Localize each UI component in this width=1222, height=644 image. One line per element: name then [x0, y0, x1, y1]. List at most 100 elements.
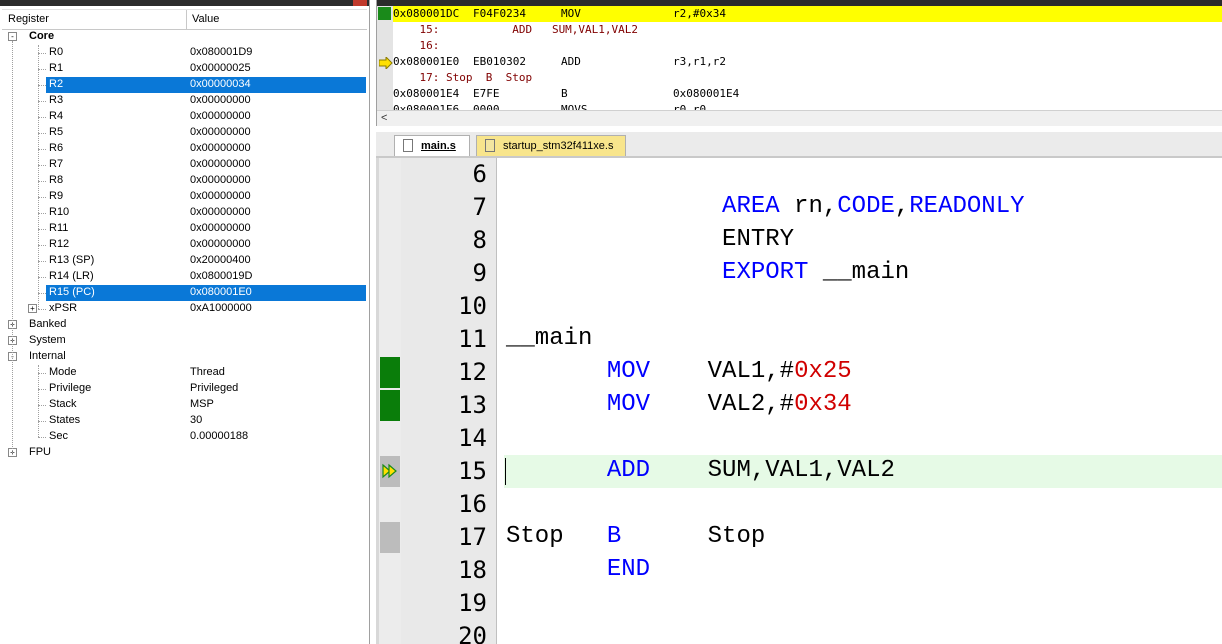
tree-group-label: Banked: [29, 318, 67, 330]
code-line[interactable]: 6: [376, 158, 1222, 191]
executed-marker: [378, 7, 391, 20]
register-row[interactable]: xPSR 0xA1000000: [0, 301, 369, 317]
column-divider[interactable]: [186, 10, 187, 29]
code-text: AREA rn,CODE,READONLY: [506, 193, 1024, 220]
instruction-addr: 0x080001E4: [393, 87, 460, 100]
tree-group-banked[interactable]: Banked: [0, 317, 369, 333]
code-line[interactable]: 11 __main: [376, 323, 1222, 356]
code-line[interactable]: 8 ENTRY: [376, 224, 1222, 257]
internal-value: Thread: [190, 366, 225, 378]
internal-row[interactable]: Mode Thread: [0, 365, 369, 381]
register-row[interactable]: R3 0x00000000: [0, 93, 369, 109]
source-editor[interactable]: 67 AREA rn,CODE,READONLY 8 ENTRY 9 EXPORT …: [376, 158, 1222, 644]
tree-group-label: System: [29, 334, 66, 346]
source-line[interactable]: 16:: [393, 38, 1222, 54]
tree-group-fpu[interactable]: FPU: [0, 445, 369, 461]
register-row[interactable]: R12 0x00000000: [0, 237, 369, 253]
code-line[interactable]: 13 MOV VAL2,#0x34: [376, 389, 1222, 422]
code-line[interactable]: 17 Stop B Stop: [376, 521, 1222, 554]
internal-row[interactable]: Sec 0.00000188: [0, 429, 369, 445]
internal-row[interactable]: Privilege Privileged: [0, 381, 369, 397]
code-keyword: AREA: [722, 193, 780, 220]
close-button[interactable]: [353, 0, 367, 6]
instruction-line[interactable]: 0x080001DC F04F0234 MOV r2,#0x34: [393, 6, 1222, 22]
code-line[interactable]: 14: [376, 422, 1222, 455]
register-row[interactable]: R15 (PC) 0x080001E0: [0, 285, 369, 301]
code-keyword: MOV: [606, 358, 651, 385]
tree-group-system[interactable]: System: [0, 333, 369, 349]
register-row[interactable]: R6 0x00000000: [0, 141, 369, 157]
register-value: 0x00000000: [190, 238, 251, 250]
register-row[interactable]: R13 (SP) 0x20000400: [0, 253, 369, 269]
register-row[interactable]: R10 0x00000000: [0, 205, 369, 221]
source-line[interactable]: 15: ADD SUM,VAL1,VAL2: [393, 22, 1222, 38]
registers-titlebar: [0, 0, 369, 6]
register-row[interactable]: R0 0x080001D9: [0, 45, 369, 61]
instruction-line[interactable]: 0x080001E4 E7FE B 0x080001E4: [393, 86, 1222, 102]
source-line[interactable]: 17: Stop B Stop: [393, 70, 1222, 86]
register-value: 0x00000000: [190, 158, 251, 170]
tree-group-internal[interactable]: Internal: [0, 349, 369, 365]
register-row[interactable]: R2 0x00000034: [0, 77, 369, 93]
scroll-left-button[interactable]: <: [381, 112, 387, 124]
tree-connector: [38, 365, 39, 437]
register-row[interactable]: R1 0x00000025: [0, 61, 369, 77]
instruction-hex: F04F0234: [473, 7, 526, 20]
register-row[interactable]: R7 0x00000000: [0, 157, 369, 173]
expand-icon[interactable]: +: [28, 304, 37, 313]
value-column-header[interactable]: Value: [192, 13, 219, 25]
code-keyword: END: [606, 556, 651, 583]
code-keyword: CODE: [837, 193, 895, 220]
register-row[interactable]: R9 0x00000000: [0, 189, 369, 205]
instruction-line[interactable]: 0x080001E0 EB010302 ADD r3,r1,r2: [393, 54, 1222, 70]
tree-connector: [38, 373, 46, 374]
code-number: 0x25: [794, 358, 852, 385]
tab-startup-file[interactable]: startup_stm32f411xe.s: [476, 135, 626, 156]
code-line[interactable]: 12 MOV VAL1,#0x25: [376, 356, 1222, 389]
line-number: 12: [458, 358, 487, 386]
code-text: __main: [506, 325, 592, 352]
code-line[interactable]: 16: [376, 488, 1222, 521]
register-value: 0x00000025: [190, 62, 251, 74]
register-name: R9: [49, 190, 64, 202]
collapse-icon[interactable]: -: [8, 32, 17, 41]
code-line[interactable]: 10: [376, 290, 1222, 323]
internal-row[interactable]: States 30: [0, 413, 369, 429]
code-line[interactable]: 18 END: [376, 554, 1222, 587]
code-number: 0x34: [794, 391, 852, 418]
code-line[interactable]: 7 AREA rn,CODE,READONLY: [376, 191, 1222, 224]
tree-group-core[interactable]: Core: [0, 29, 369, 45]
disassembly-horizontal-scrollbar[interactable]: <: [377, 110, 1222, 126]
code-line[interactable]: 20: [376, 620, 1222, 644]
register-column-header[interactable]: Register: [8, 13, 49, 25]
register-value: 0x00000000: [190, 110, 251, 122]
instruction-args: 0x080001E4: [673, 87, 740, 100]
register-row[interactable]: R4 0x00000000: [0, 109, 369, 125]
line-number: 8: [472, 226, 487, 254]
code-line[interactable]: 15 ADD SUM,VAL1,VAL2: [376, 455, 1222, 488]
register-name: R13 (SP): [49, 254, 95, 266]
tree-connector: [12, 41, 13, 453]
tree-group-label: FPU: [29, 446, 51, 458]
tree-connector: [38, 261, 46, 262]
line-number: 13: [458, 391, 487, 419]
tree-connector: [38, 117, 46, 118]
register-row[interactable]: R8 0x00000000: [0, 173, 369, 189]
register-row[interactable]: R11 0x00000000: [0, 221, 369, 237]
register-name: R3: [49, 94, 64, 106]
tree-connector: [38, 197, 46, 198]
code-keyword: MOV: [606, 391, 651, 418]
executed-line-marker: [380, 357, 400, 388]
register-row[interactable]: R5 0x00000000: [0, 125, 369, 141]
code-line[interactable]: 19: [376, 587, 1222, 620]
tree-connector: [38, 405, 46, 406]
register-value: 0x00000000: [190, 206, 251, 218]
internal-row[interactable]: Stack MSP: [0, 397, 369, 413]
register-value: 0x00000034: [190, 78, 251, 90]
register-row[interactable]: R14 (LR) 0x0800019D: [0, 269, 369, 285]
code-line-marker: [380, 522, 400, 553]
internal-name: Stack: [49, 398, 77, 410]
code-line[interactable]: 9 EXPORT __main: [376, 257, 1222, 290]
tab-main-s[interactable]: main.s: [394, 135, 470, 156]
line-number: 17: [458, 523, 487, 551]
